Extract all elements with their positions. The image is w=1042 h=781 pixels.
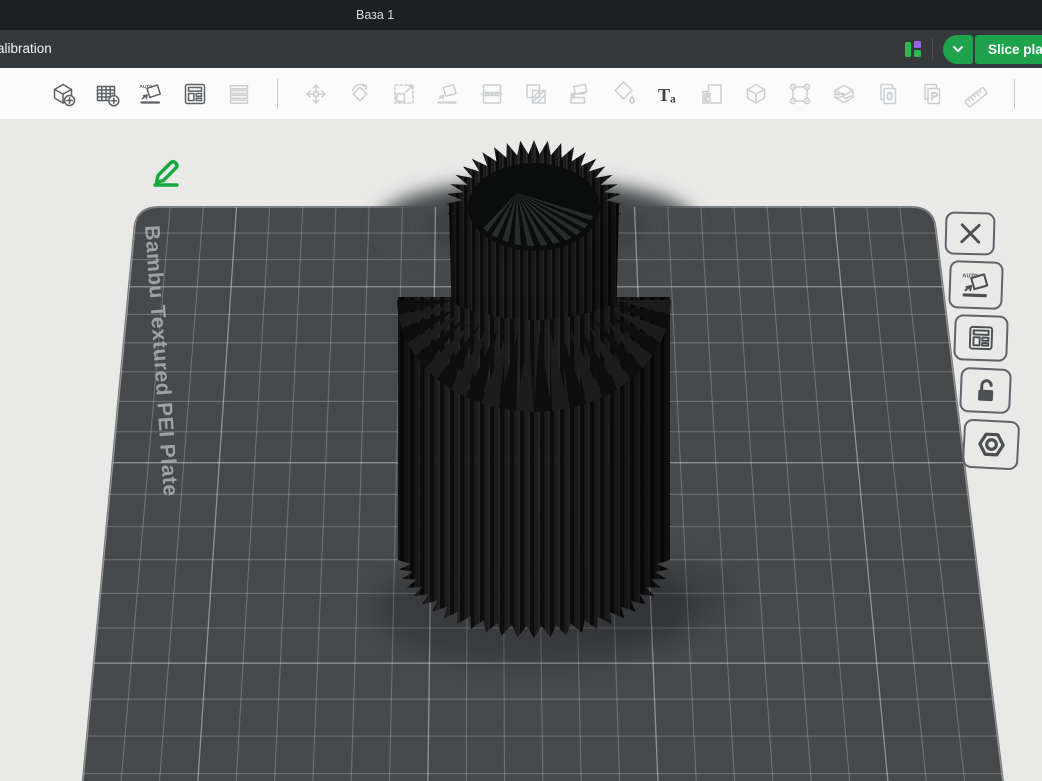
orient-plate-button[interactable]: AUTO <box>948 260 1004 310</box>
plate-thumb-square-green <box>914 50 921 57</box>
window-title: Ваза 1 <box>356 8 394 22</box>
negative-part-icon[interactable] <box>742 80 770 108</box>
slice-options-dropdown[interactable] <box>943 35 973 64</box>
seam-paint-icon[interactable] <box>698 80 726 108</box>
auto-orient-icon[interactable]: AUTO <box>137 80 165 108</box>
add-model-icon[interactable] <box>49 80 77 108</box>
menu-item-calibration[interactable]: alibration <box>0 41 52 56</box>
toolbar-divider <box>277 79 278 109</box>
menu-bar: alibration Slice pla <box>0 30 1042 68</box>
variable-layer-height-icon[interactable] <box>830 80 858 108</box>
menu-divider <box>932 38 933 60</box>
plate-settings-button[interactable] <box>962 419 1020 471</box>
svg-text:0: 0 <box>887 90 893 102</box>
viewport-3d[interactable]: Bambu Textured PEI Plate AUTO <box>0 121 1042 781</box>
lock-plate-button[interactable] <box>959 367 1012 414</box>
svg-text:P: P <box>931 90 938 102</box>
plate-preview-icon[interactable] <box>905 41 921 57</box>
arrange-plate-button[interactable] <box>953 314 1009 362</box>
mesh-edit-icon[interactable] <box>786 80 814 108</box>
plate-thumb-bar <box>905 42 911 57</box>
chevron-down-icon <box>950 41 966 57</box>
rotate-icon[interactable] <box>346 80 374 108</box>
edit-plate-name-icon[interactable] <box>146 152 186 188</box>
add-plate-icon[interactable] <box>93 80 121 108</box>
mesh-boolean-icon[interactable] <box>522 80 550 108</box>
titlebar: Ваза 1 <box>0 0 1042 30</box>
arrange-icon[interactable] <box>181 80 209 108</box>
place-on-face-icon[interactable] <box>434 80 462 108</box>
svg-text:a: a <box>670 93 676 105</box>
delete-plate-button[interactable] <box>944 211 995 255</box>
menu-bar-right: Slice pla <box>905 30 1042 68</box>
plate-thumb-square-purple <box>914 41 921 48</box>
text-tool-icon[interactable]: Ta <box>654 80 682 108</box>
split-to-objects-icon[interactable] <box>225 80 253 108</box>
color-paint-icon[interactable] <box>610 80 638 108</box>
support-paint-icon[interactable] <box>566 80 594 108</box>
page-zero-icon[interactable]: 0 <box>874 80 902 108</box>
pencil-icon <box>146 152 186 188</box>
move-icon[interactable] <box>302 80 330 108</box>
page-p-icon[interactable]: P <box>918 80 946 108</box>
svg-text:T: T <box>658 85 670 105</box>
scale-icon[interactable] <box>390 80 418 108</box>
cut-icon[interactable] <box>478 80 506 108</box>
measure-icon[interactable] <box>962 80 990 108</box>
main-toolbar: AUTO Ta 0 P <box>0 68 1042 120</box>
slice-plate-button[interactable]: Slice pla <box>975 35 1042 64</box>
toolbar-divider <box>1014 79 1015 109</box>
